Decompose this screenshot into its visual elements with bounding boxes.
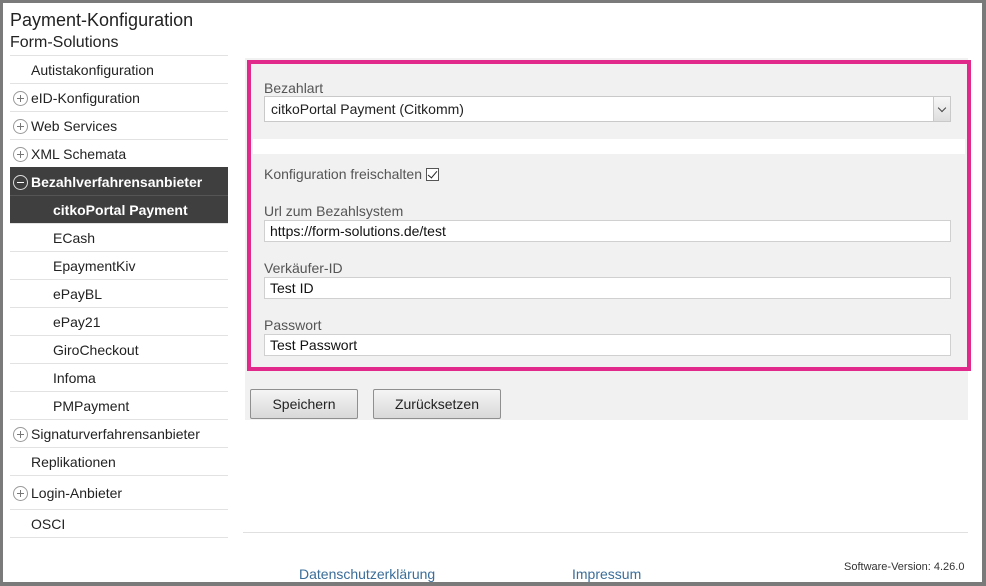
sidebar-item-epaymentkiv[interactable]: EpaymentKiv [10, 251, 228, 279]
freischalten-checkbox[interactable] [426, 167, 439, 181]
url-label: Url zum Bezahlsystem [264, 203, 404, 219]
sidebar-item-xml-schemata[interactable]: XML Schemata [10, 139, 228, 167]
software-version: Software-Version: 4.26.0 [844, 561, 965, 573]
sidebar-item-label: Signaturverfahrensanbieter [31, 425, 200, 442]
sidebar-item-replikationen[interactable]: Replikationen [10, 447, 228, 475]
sidebar-item-label: ECash [53, 229, 96, 246]
plus-circle-icon[interactable] [13, 147, 28, 162]
page-subtitle: Form-Solutions [10, 34, 119, 51]
sidebar-item-label: OSCI [31, 515, 66, 532]
url-input[interactable]: https://form-solutions.de/test [264, 220, 951, 242]
freischalten-row: Konfiguration freischalten [264, 166, 439, 182]
plus-circle-icon[interactable] [13, 91, 28, 106]
sidebar-item-label: Login-Anbieter [31, 484, 123, 501]
sidebar-divider [10, 537, 228, 538]
privacy-link[interactable]: Datenschutzerklärung [299, 566, 435, 582]
minus-circle-icon[interactable] [13, 175, 28, 190]
plus-circle-icon[interactable] [13, 427, 28, 442]
chevron-down-icon[interactable] [933, 97, 950, 121]
sidebar-item-label: ePayBL [53, 285, 103, 302]
sidebar-item-epaybl[interactable]: ePayBL [10, 279, 228, 307]
sidebar-item-label: GiroCheckout [53, 341, 139, 358]
save-button[interactable]: Speichern [250, 389, 358, 419]
sidebar-item-eid-konfiguration[interactable]: eID-Konfiguration [10, 83, 228, 111]
sidebar-item-pmpayment[interactable]: PMPayment [10, 391, 228, 419]
verkaeufer-id-label: Verkäufer-ID [264, 260, 343, 276]
sidebar-item-label: Infoma [53, 369, 96, 386]
bezahlart-select[interactable]: citkoPortal Payment (Citkomm) [264, 96, 951, 122]
footer-divider [243, 532, 968, 533]
freischalten-label: Konfiguration freischalten [264, 166, 422, 182]
bezahlart-label: Bezahlart [264, 80, 324, 96]
sidebar-item-label: PMPayment [53, 397, 130, 414]
sidebar-item-label: ePay21 [53, 313, 101, 330]
sidebar-item-label: EpaymentKiv [53, 257, 136, 274]
passwort-label: Passwort [264, 317, 322, 333]
sidebar-item-label: Web Services [31, 117, 118, 134]
sidebar-item-bezahlverfahrensanbieter[interactable]: Bezahlverfahrensanbieter [10, 167, 228, 195]
sidebar-item-ecash[interactable]: ECash [10, 223, 228, 251]
bezahlart-value: citkoPortal Payment (Citkomm) [271, 101, 464, 117]
sidebar-nav: Autistakonfiguration eID-Konfiguration W… [10, 55, 228, 538]
plus-circle-icon[interactable] [13, 486, 28, 501]
sidebar-item-label: XML Schemata [31, 145, 127, 162]
sidebar-item-label: Bezahlverfahrensanbieter [31, 173, 203, 190]
sidebar-item-autistakonfiguration[interactable]: Autistakonfiguration [10, 55, 228, 83]
plus-circle-icon[interactable] [13, 119, 28, 134]
sidebar-item-web-services[interactable]: Web Services [10, 111, 228, 139]
passwort-input[interactable]: Test Passwort [264, 334, 951, 356]
sidebar-item-epay21[interactable]: ePay21 [10, 307, 228, 335]
page-title: Payment-Konfiguration [10, 10, 194, 30]
sidebar-item-label: citkoPortal Payment [53, 201, 188, 218]
verkaeufer-id-input[interactable]: Test ID [264, 277, 951, 299]
sidebar-item-label: Replikationen [31, 453, 116, 470]
imprint-link[interactable]: Impressum [572, 566, 641, 582]
sidebar-item-citkoportal-payment[interactable]: citkoPortal Payment [10, 195, 228, 223]
sidebar-item-label: eID-Konfiguration [31, 89, 140, 106]
sidebar-item-label: Autistakonfiguration [31, 61, 154, 78]
sidebar-item-osci[interactable]: OSCI [10, 509, 228, 537]
reset-button[interactable]: Zurücksetzen [373, 389, 501, 419]
sidebar-item-signaturverfahrensanbieter[interactable]: Signaturverfahrensanbieter [10, 419, 228, 447]
sidebar-item-girocheckout[interactable]: GiroCheckout [10, 335, 228, 363]
sidebar-item-infoma[interactable]: Infoma [10, 363, 228, 391]
sidebar-item-login-anbieter[interactable]: Login-Anbieter [10, 475, 228, 509]
